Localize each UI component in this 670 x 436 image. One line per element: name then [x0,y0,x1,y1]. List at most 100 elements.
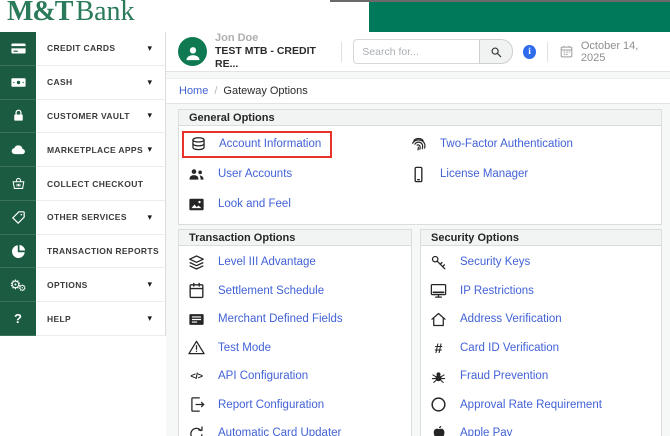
option-user-accounts[interactable]: User Accounts [179,159,401,189]
option-level-iii-advantage[interactable]: Level III Advantage [179,248,411,277]
sidebar-item-customer-vault[interactable]: CUSTOMER VAULT ▾ [0,100,166,134]
option-label: Automatic Card Updater [218,427,341,436]
general-options-panel: General Options Account Information [178,109,662,225]
option-label: Address Verification [460,313,562,325]
option-report-configuration[interactable]: Report Configuration [179,391,411,420]
option-label: Apple Pay [460,427,512,436]
option-look-and-feel[interactable]: Look and Feel [179,189,401,219]
option-ip-restrictions[interactable]: IP Restrictions [421,277,661,306]
logo-text-rest: Bank [75,0,134,27]
lock-icon [0,100,36,134]
sidebar-item-label: OTHER SERVICES [47,212,127,222]
divider [341,42,342,62]
sidebar-item-collect-checkout[interactable]: COLLECT CHECKOUT [0,167,166,201]
option-security-keys[interactable]: Security Keys [421,248,661,277]
avatar[interactable] [178,37,207,66]
transaction-options-panel: Transaction Options Level III Advantage [178,229,412,436]
chevron-down-icon: ▾ [147,213,152,222]
page-body: General Options Account Information [166,104,670,436]
apple-icon [429,424,448,436]
option-settlement-schedule[interactable]: Settlement Schedule [179,277,411,306]
sidebar-item-label: CREDIT CARDS [47,43,115,53]
layers-icon [187,253,206,272]
users-icon [187,165,206,184]
search-icon [489,45,503,59]
option-api-configuration[interactable]: </> API Configuration [179,362,411,391]
sidebar-item-label: CASH [47,77,73,87]
search-button[interactable] [479,39,513,64]
option-label: IP Restrictions [460,285,534,297]
key-icon [429,253,448,272]
mobile-phone-icon [409,165,428,184]
spider-icon [429,367,448,386]
option-approval-rate-requirement[interactable]: Approval Rate Requirement [421,391,661,420]
hash-icon: # [429,340,448,356]
list-box-icon [187,310,206,329]
search-input[interactable] [353,39,479,64]
highlight-red-box: Account Information [182,131,332,158]
home-icon [429,310,448,329]
option-account-information[interactable]: Account Information [179,129,401,159]
sidebar-item-options[interactable]: ⚙⚙ OPTIONS ▾ [0,268,166,302]
breadcrumb-current: Gateway Options [223,85,307,97]
security-options-panel: Security Options Security Keys [420,229,662,436]
option-automatic-card-updater[interactable]: Automatic Card Updater [179,419,411,436]
sidebar-item-label: HELP [47,314,71,324]
gears-icon: ⚙⚙ [0,268,36,302]
top-green-bar [369,2,670,32]
option-merchant-defined-fields[interactable]: Merchant Defined Fields [179,305,411,334]
option-label: Two-Factor Authentication [440,138,573,150]
user-icon [183,43,203,63]
option-label: Test Mode [218,342,271,354]
option-card-id-verification[interactable]: # Card ID Verification [421,334,661,363]
basket-icon [0,167,36,201]
option-label: License Manager [440,168,528,180]
app-window: M&TBank CREDIT CARDS ▾ CASH ▾ [0,0,670,436]
option-label: Approval Rate Requirement [460,399,602,411]
option-label: API Configuration [218,370,308,382]
chevron-down-icon: ▾ [147,78,152,87]
sidebar-item-transaction-reports[interactable]: TRANSACTION REPORTS [0,235,166,269]
mt-bank-logo: M&TBank [7,0,135,28]
panel-title: General Options [179,110,661,126]
option-license-manager[interactable]: License Manager [401,159,661,189]
sidebar-item-other-services[interactable]: OTHER SERVICES ▾ [0,201,166,235]
chevron-down-icon: ▾ [147,314,152,323]
breadcrumb-separator: / [214,85,217,97]
option-test-mode[interactable]: Test Mode [179,334,411,363]
tag-icon [0,201,36,235]
question-mark-icon: ? [0,302,36,336]
option-label: Merchant Defined Fields [218,313,343,325]
option-fraud-prevention[interactable]: Fraud Prevention [421,362,661,391]
sidebar-item-label: CUSTOMER VAULT [47,111,130,121]
calendar-icon[interactable] [559,44,574,59]
sidebar-item-credit-cards[interactable]: CREDIT CARDS ▾ [0,32,166,66]
warning-triangle-icon [187,338,206,357]
sidebar-item-cash[interactable]: CASH ▾ [0,66,166,100]
breadcrumb-home-link[interactable]: Home [179,85,208,97]
fingerprint-icon [409,135,428,154]
credit-card-icon [0,32,36,66]
chevron-down-icon: ▾ [147,44,152,53]
panel-title: Transaction Options [179,230,411,246]
option-label: Settlement Schedule [218,285,324,297]
option-label: User Accounts [218,168,292,180]
breadcrumb: Home / Gateway Options [166,78,670,104]
sidebar-item-marketplace-apps[interactable]: MARKETPLACE APPS ▾ [0,133,166,167]
option-apple-pay[interactable]: Apple Pay [421,419,661,436]
user-info[interactable]: Jon Doe TEST MTB - CREDIT RE... [215,32,330,72]
main-content: Jon Doe TEST MTB - CREDIT RE... i Octobe… [166,32,670,436]
current-date[interactable]: October 14, 2025 [581,40,658,64]
option-two-factor-authentication[interactable]: Two-Factor Authentication [401,129,661,159]
option-label: Level III Advantage [218,256,316,268]
report-arrow-icon [187,395,206,414]
option-label: Report Configuration [218,399,324,411]
option-address-verification[interactable]: Address Verification [421,305,661,334]
code-icon: </> [187,371,206,382]
info-icon[interactable]: i [523,45,536,59]
divider [547,42,548,62]
account-name: TEST MTB - CREDIT RE... [215,45,330,71]
option-label: Card ID Verification [460,342,559,354]
sidebar-item-help[interactable]: ? HELP ▾ [0,302,166,336]
sidebar-nav: CREDIT CARDS ▾ CASH ▾ CUSTOMER VAULT ▾ [0,32,166,336]
